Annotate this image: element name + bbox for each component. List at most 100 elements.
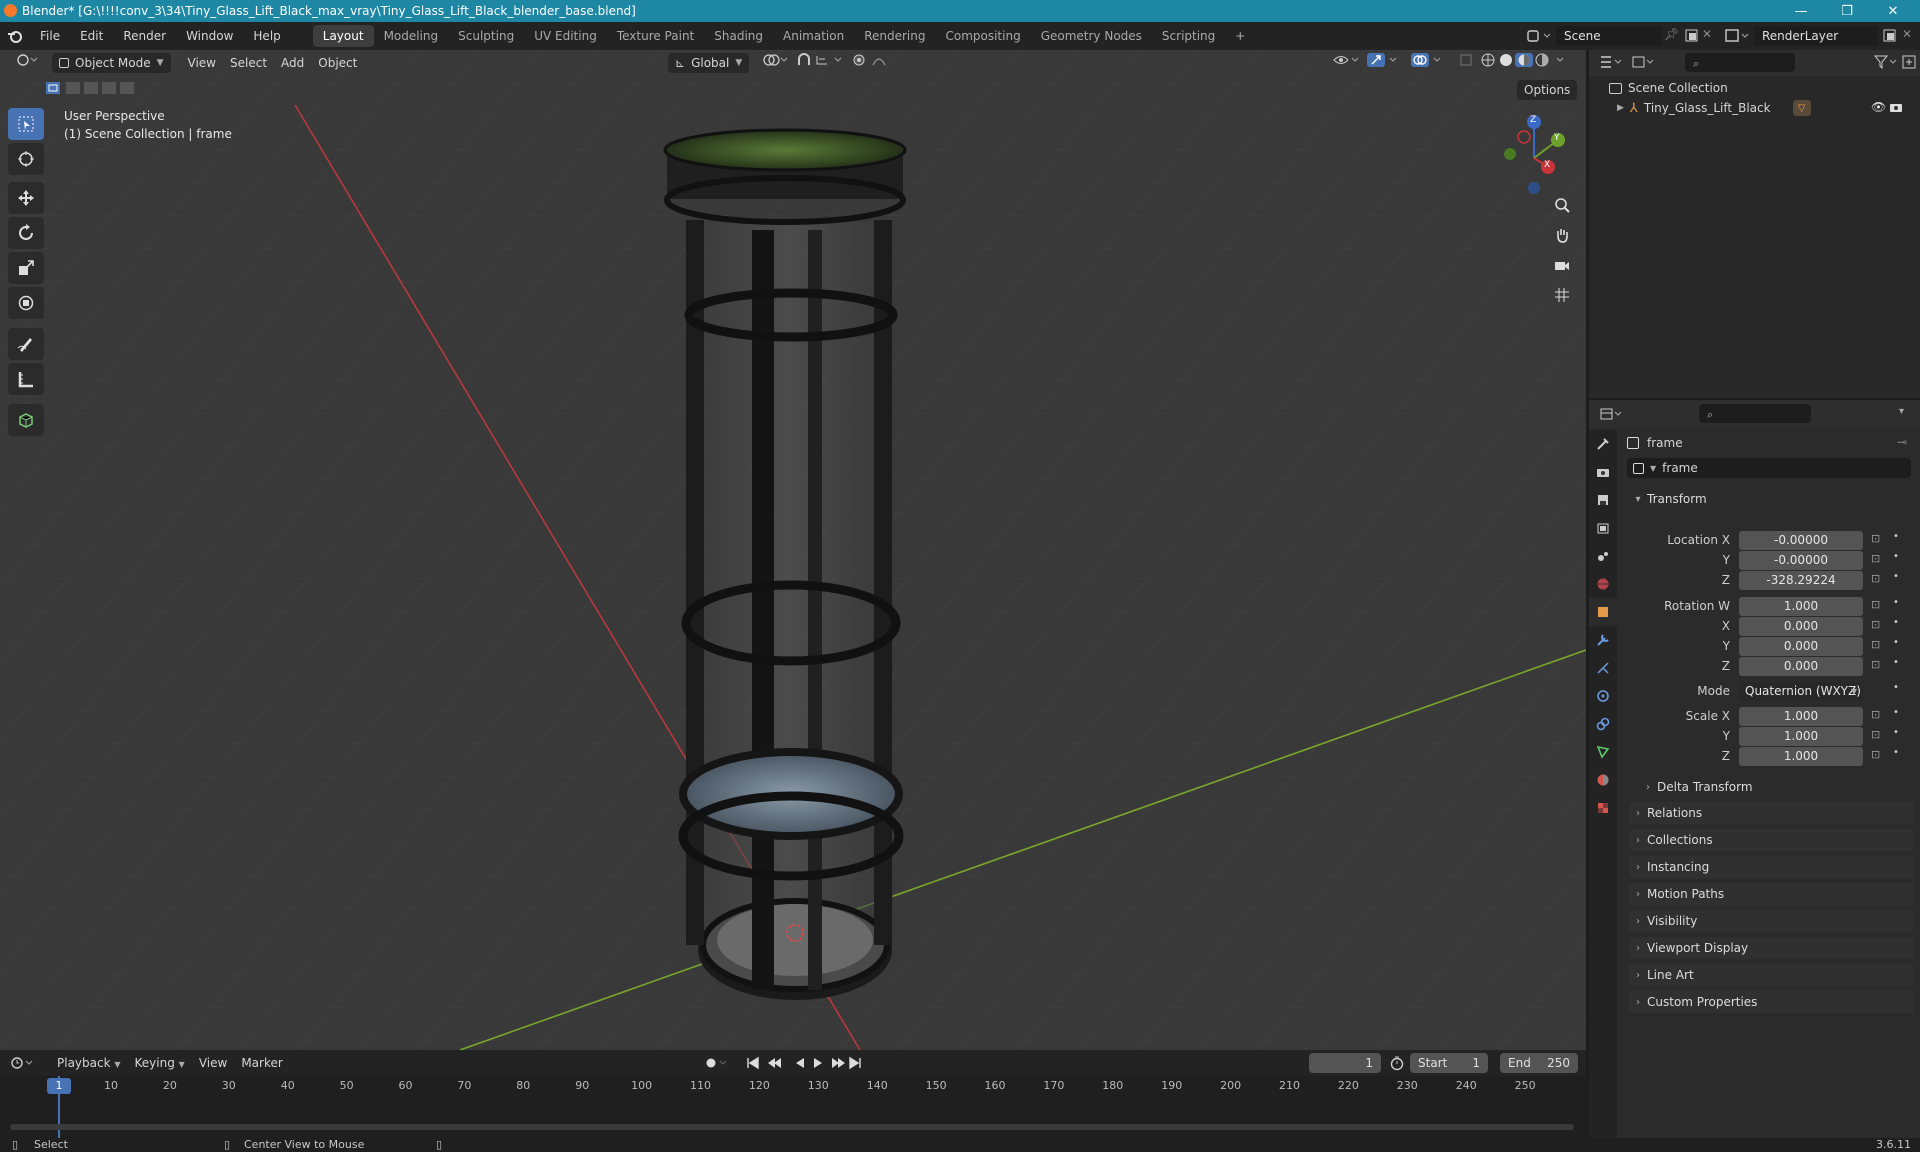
keyframe-dot-icon[interactable]: •: [1893, 551, 1899, 562]
new-scene-icon[interactable]: [1682, 26, 1702, 46]
new-layer-icon[interactable]: [1880, 26, 1900, 46]
minimize-button[interactable]: —: [1778, 0, 1824, 22]
move-tool[interactable]: [8, 182, 44, 214]
modifier-badge-icon[interactable]: ▽: [1792, 100, 1811, 116]
timeline-editor-type-icon[interactable]: [10, 1055, 36, 1071]
end-frame-field[interactable]: End 250: [1500, 1053, 1578, 1073]
properties-editor-type-icon[interactable]: [1599, 406, 1625, 422]
start-frame-field[interactable]: Start 1: [1410, 1053, 1488, 1073]
keyframe-dot-icon[interactable]: •: [1893, 637, 1899, 648]
camera-icon[interactable]: [1550, 250, 1574, 280]
3d-viewport[interactable]: User Perspective (1) Scene Collection | …: [0, 50, 1586, 1050]
menu-file[interactable]: File: [30, 22, 70, 50]
panel-line-art[interactable]: › Line Art: [1629, 964, 1914, 986]
keyframe-dot-icon[interactable]: •: [1893, 617, 1899, 628]
maximize-button[interactable]: ❐: [1824, 0, 1870, 22]
lock-icon[interactable]: ⊡: [1871, 532, 1880, 545]
select-mode-icons[interactable]: [44, 80, 144, 96]
lock-icon[interactable]: ⊡: [1871, 618, 1880, 631]
menu-select[interactable]: Select: [223, 53, 274, 73]
outliner-search-input[interactable]: ⌕: [1685, 53, 1795, 72]
constraints-tab-icon[interactable]: [1589, 710, 1617, 738]
pan-hand-icon[interactable]: [1550, 220, 1574, 250]
keyframe-dot-icon[interactable]: •: [1893, 682, 1899, 693]
data-tab-icon[interactable]: [1589, 738, 1617, 766]
tab-animation[interactable]: Animation: [773, 25, 854, 47]
keyframe-dot-icon[interactable]: •: [1893, 657, 1899, 668]
tab-shading[interactable]: Shading: [704, 25, 773, 47]
filter-icon[interactable]: [1873, 54, 1899, 70]
lock-icon[interactable]: ⊡: [1871, 572, 1880, 585]
outliner-item[interactable]: ▶ ⅄ Tiny_Glass_Lift_Black ▽ 👁︎: [1617, 98, 1907, 118]
ortho-grid-icon[interactable]: [1550, 280, 1574, 310]
view-layer-tab-icon[interactable]: [1589, 514, 1617, 542]
keyframe-dot-icon[interactable]: •: [1893, 597, 1899, 608]
chevron-down-icon[interactable]: ▾: [1899, 406, 1904, 417]
location-y-field[interactable]: -0.00000: [1739, 550, 1863, 570]
render-layer-field[interactable]: RenderLayer: [1754, 26, 1878, 46]
lift-model[interactable]: [663, 128, 907, 1000]
object-name-field[interactable]: ▼ frame: [1627, 458, 1911, 478]
current-frame-field[interactable]: 1: [1309, 1053, 1381, 1073]
playback-controls[interactable]: [746, 1055, 862, 1071]
snap-icon[interactable]: [790, 53, 852, 73]
lock-icon[interactable]: ⊡: [1871, 598, 1880, 611]
panel-instancing[interactable]: › Instancing: [1629, 856, 1914, 878]
outliner-editor-type-icon[interactable]: [1599, 54, 1625, 70]
lock-icon[interactable]: ⊡: [1871, 748, 1880, 761]
annotate-tool[interactable]: [8, 328, 44, 360]
mode-dropdown[interactable]: Object Mode ▼: [52, 53, 171, 73]
output-tab-icon[interactable]: [1589, 486, 1617, 514]
lock-icon[interactable]: ⊡: [1871, 638, 1880, 651]
view-layer-selector-icon[interactable]: [1722, 26, 1752, 46]
scale-z-field[interactable]: 1.000: [1739, 746, 1863, 766]
expand-arrow-icon[interactable]: ▶: [1617, 103, 1624, 113]
rotation-w-field[interactable]: 1.000: [1739, 596, 1863, 616]
world-tab-icon[interactable]: [1589, 570, 1617, 598]
modifier-tab-icon[interactable]: [1589, 626, 1617, 654]
rotation-y-field[interactable]: 0.000: [1739, 636, 1863, 656]
add-cube-tool[interactable]: [8, 404, 44, 436]
panel-viewport-display[interactable]: › Viewport Display: [1629, 937, 1914, 959]
tab-rendering[interactable]: Rendering: [854, 25, 935, 47]
blender-menu-icon[interactable]: [0, 28, 30, 44]
rotation-x-field[interactable]: 0.000: [1739, 616, 1863, 636]
location-z-field[interactable]: -328.29224: [1739, 570, 1863, 590]
menu-help[interactable]: Help: [243, 22, 290, 50]
panel-motion-paths[interactable]: › Motion Paths: [1629, 883, 1914, 905]
keyframe-dot-icon[interactable]: •: [1893, 747, 1899, 758]
timeline-track[interactable]: 10 20 30 40 50 60 70 80 90 100 110 120 130 140 150 160 1…: [0, 1076, 1586, 1138]
object-tab-icon[interactable]: [1589, 598, 1617, 626]
physics-tab-icon[interactable]: [1589, 682, 1617, 710]
properties-search-input[interactable]: ⌕: [1699, 404, 1811, 423]
orientation-dropdown[interactable]: ⊾ Global ▼: [668, 53, 750, 73]
scale-x-field[interactable]: 1.000: [1739, 706, 1863, 726]
camera-render-icon[interactable]: [1889, 100, 1903, 114]
material-tab-icon[interactable]: [1589, 766, 1617, 794]
lock-icon[interactable]: ⊡: [1871, 708, 1880, 721]
select-box-tool[interactable]: [8, 108, 44, 140]
keyframe-dot-icon[interactable]: •: [1893, 531, 1899, 542]
tab-scripting[interactable]: Scripting: [1152, 25, 1225, 47]
navigation-gizmo[interactable]: Z Y X: [1490, 110, 1580, 200]
menu-add[interactable]: Add: [274, 53, 311, 73]
panel-visibility[interactable]: › Visibility: [1629, 910, 1914, 932]
options-button[interactable]: Options: [1517, 80, 1578, 100]
timeline-scrollbar[interactable]: [10, 1124, 1574, 1130]
rotation-mode-dropdown[interactable]: Quaternion (WXYZ) ▼: [1739, 681, 1863, 701]
delete-scene-icon[interactable]: ✕: [1702, 27, 1712, 41]
rotate-tool[interactable]: [8, 217, 44, 249]
delta-transform-header[interactable]: › Delta Transform: [1639, 776, 1914, 798]
transform-panel-header[interactable]: ▾ Transform: [1629, 488, 1914, 510]
scene-tab-icon[interactable]: [1589, 542, 1617, 570]
playback-menu[interactable]: Playback ▼: [50, 1053, 128, 1073]
menu-object[interactable]: Object: [311, 53, 364, 73]
location-x-field[interactable]: -0.00000: [1739, 530, 1863, 550]
timeline-view-menu[interactable]: View: [192, 1053, 234, 1073]
menu-edit[interactable]: Edit: [70, 22, 113, 50]
panel-collections[interactable]: › Collections: [1629, 829, 1914, 851]
menu-window[interactable]: Window: [176, 22, 243, 50]
transform-tool[interactable]: [8, 287, 44, 319]
tab-texture-paint[interactable]: Texture Paint: [607, 25, 704, 47]
tab-sculpting[interactable]: Sculpting: [448, 25, 524, 47]
